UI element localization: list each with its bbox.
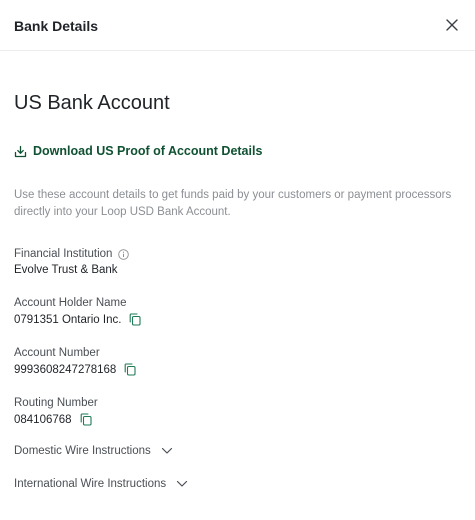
page-title: US Bank Account xyxy=(14,92,170,114)
chevron-down-icon xyxy=(177,480,188,487)
close-icon xyxy=(446,19,458,31)
copy-icon[interactable] xyxy=(80,413,92,426)
field-label: Account Number xyxy=(14,347,100,359)
chevron-down-icon xyxy=(161,447,172,454)
field-label: Financial Institution xyxy=(14,248,113,260)
accordion-label: Domestic Wire Instructions xyxy=(14,445,151,457)
field-account-holder-name: Account Holder Name 0791351 Ontario Inc. xyxy=(14,297,141,326)
copy-icon[interactable] xyxy=(129,313,141,326)
field-financial-institution: Financial Institution Evolve Trust & Ban… xyxy=(14,248,130,276)
field-label: Routing Number xyxy=(14,397,98,409)
bank-details-panel: Bank Details US Bank Account Download US… xyxy=(0,0,475,520)
domestic-wire-accordion[interactable]: Domestic Wire Instructions xyxy=(14,445,173,457)
download-icon xyxy=(14,145,27,157)
field-label: Account Holder Name xyxy=(14,297,127,309)
download-label: Download US Proof of Account Details xyxy=(33,144,263,158)
close-button[interactable] xyxy=(443,16,461,34)
field-value: Evolve Trust & Bank xyxy=(14,264,118,276)
field-value: 084106768 xyxy=(14,413,72,426)
download-proof-link[interactable]: Download US Proof of Account Details xyxy=(14,144,262,158)
account-description: Use these account details to get funds p… xyxy=(14,189,452,218)
panel-title: Bank Details xyxy=(14,18,99,34)
field-value: 9993608247278168 xyxy=(14,363,117,376)
field-account-number: Account Number 9993608247278168 xyxy=(14,347,136,376)
panel-header: Bank Details xyxy=(0,0,475,51)
copy-icon[interactable] xyxy=(124,363,136,376)
accordion-label: International Wire Instructions xyxy=(14,478,167,490)
international-wire-accordion[interactable]: International Wire Instructions xyxy=(14,478,188,490)
info-icon[interactable] xyxy=(118,248,130,260)
field-value: 0791351 Ontario Inc. xyxy=(14,313,122,326)
field-routing-number: Routing Number 084106768 xyxy=(14,397,98,426)
